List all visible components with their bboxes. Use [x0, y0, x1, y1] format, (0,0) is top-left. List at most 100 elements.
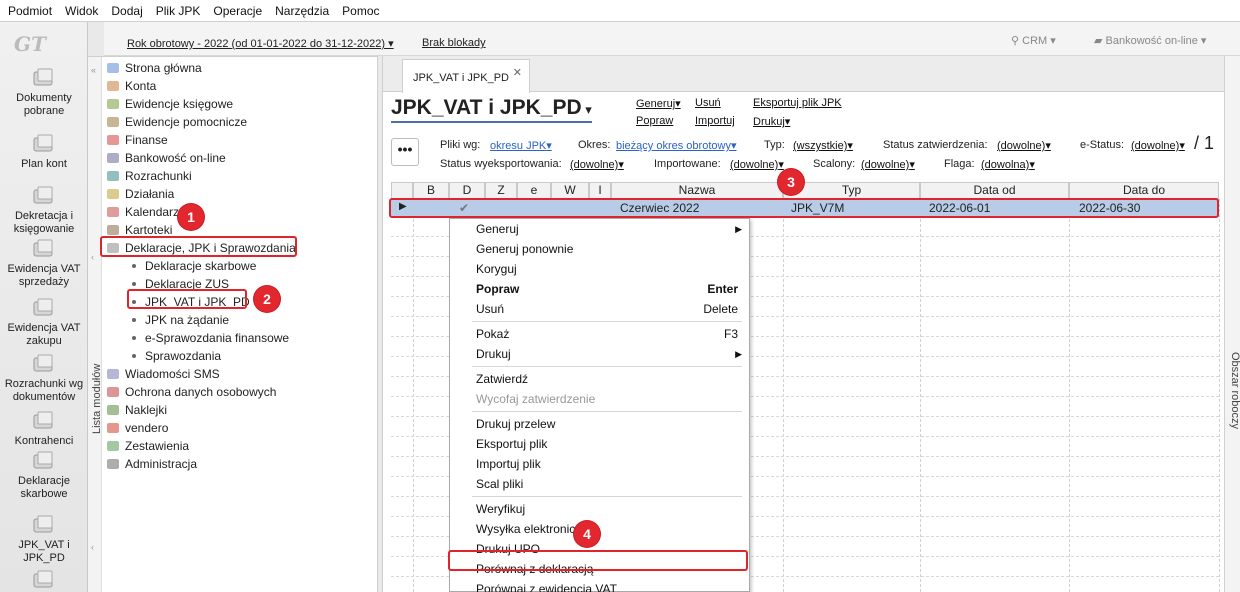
context-menu-item[interactable]: Porównaj z ewidencją VAT: [450, 579, 750, 592]
context-menu-item[interactable]: Drukuj przelew: [450, 414, 750, 434]
context-menu-item[interactable]: Scal pliki: [450, 474, 750, 494]
more-options-button[interactable]: •••: [391, 138, 419, 166]
status-eksportu-dropdown[interactable]: (dowolne)▾: [570, 158, 624, 171]
chevron-left-icon[interactable]: ‹: [91, 252, 94, 262]
context-menu-item[interactable]: Zatwierdź: [450, 369, 750, 389]
context-menu-item[interactable]: Koryguj: [450, 259, 750, 279]
module-item-label: Administracja: [125, 457, 198, 471]
sidebar-item-dokumenty[interactable]: Dokumenty pobrane: [0, 66, 88, 118]
module-subitem[interactable]: Sprawozdania: [132, 347, 221, 365]
column-header[interactable]: B: [413, 182, 449, 199]
scalony-label: Scalony:: [813, 158, 856, 170]
files-icon: [106, 223, 120, 237]
tab-jpk-vat[interactable]: JPK_VAT i JPK_PD ✕: [402, 59, 530, 93]
context-menu-item[interactable]: Pokaż F3: [450, 324, 750, 344]
module-item[interactable]: Finanse: [106, 131, 168, 149]
importuj-button[interactable]: Importuj: [695, 115, 735, 127]
column-header[interactable]: I: [589, 182, 611, 199]
sidebar-item-ewidencja-vat[interactable]: Ewidencja VAT zakupu: [0, 296, 88, 348]
sidebar-item-dekretacja-i[interactable]: Dekretacja i księgowanie: [0, 184, 88, 236]
context-menu-item-label: Wycofaj zatwierdzenie: [476, 392, 596, 406]
pliki-dropdown[interactable]: okresu JPK▾: [490, 139, 552, 152]
menu-widok[interactable]: Widok: [65, 4, 98, 18]
context-menu-item[interactable]: Popraw Enter: [450, 279, 750, 299]
sidebar-item-more[interactable]: [0, 568, 88, 592]
context-menu-item[interactable]: Eksportuj plik: [450, 434, 750, 454]
sidebar-item-deklaracje[interactable]: Deklaracje skarbowe: [0, 449, 88, 501]
module-subitem[interactable]: Deklaracje skarbowe: [132, 257, 256, 275]
column-header[interactable]: Data od: [920, 182, 1069, 199]
column-header[interactable]: W: [551, 182, 589, 199]
column-header[interactable]: Nazwa: [611, 182, 783, 199]
page-title[interactable]: JPK_VAT i JPK_PD ▾: [391, 96, 592, 123]
bank-icon: [106, 151, 120, 165]
drukuj-button[interactable]: Drukuj▾: [753, 115, 790, 128]
module-item[interactable]: Bankowość on-line: [106, 149, 226, 167]
generuj-button[interactable]: Generuj▾: [636, 97, 681, 110]
sidebar-item-plan-kont[interactable]: Plan kont: [0, 132, 88, 171]
close-icon[interactable]: ✕: [513, 66, 522, 79]
module-item[interactable]: Kalendarz: [106, 203, 179, 221]
scalony-dropdown[interactable]: (dowolne)▾: [861, 158, 915, 171]
typ-dropdown[interactable]: (wszystkie)▾: [793, 139, 853, 152]
chevron-left-icon[interactable]: ‹: [91, 542, 94, 552]
context-menu-item[interactable]: Generuj ▶: [450, 219, 750, 239]
fiscal-year-dropdown[interactable]: Rok obrotowy - 2022 (od 01-01-2022 do 31…: [127, 37, 394, 50]
sidebar-item-jpk-vat-i[interactable]: JPK_VAT i JPK_PD: [0, 513, 88, 565]
module-subitem[interactable]: e-Sprawozdania finansowe: [132, 329, 289, 347]
top-bar: Rok obrotowy - 2022 (od 01-01-2022 do 31…: [104, 22, 1240, 56]
sidebar-item-label: JPK_VAT i JPK_PD: [18, 539, 70, 564]
module-item[interactable]: Administracja: [106, 455, 197, 473]
context-menu-item[interactable]: Drukuj ▶: [450, 344, 750, 364]
flaga-dropdown[interactable]: (dowolna)▾: [981, 158, 1035, 171]
context-menu-item[interactable]: Generuj ponownie: [450, 239, 750, 259]
module-subitem-label: e-Sprawozdania finansowe: [145, 331, 290, 345]
column-header[interactable]: Z: [485, 182, 517, 199]
module-item[interactable]: Działania: [106, 185, 174, 203]
menu-narzedzia[interactable]: Narzędzia: [275, 4, 329, 18]
eksportuj-button[interactable]: Eksportuj plik JPK: [753, 97, 842, 109]
e-status-dropdown[interactable]: (dowolne)▾: [1131, 139, 1185, 152]
crm-button[interactable]: ⚲ CRM ▾: [1011, 34, 1056, 47]
shortcut-label: Enter: [707, 282, 738, 296]
module-subitem[interactable]: JPK na żądanie: [132, 311, 229, 329]
context-menu-item[interactable]: Importuj plik: [450, 454, 750, 474]
context-menu-item[interactable]: Usuń Delete: [450, 299, 750, 319]
module-item-label: Kartoteki: [125, 223, 173, 237]
module-list-strip[interactable]: « ‹ Lista modułów ‹: [88, 57, 103, 592]
menu-plik-jpk[interactable]: Plik JPK: [156, 4, 201, 18]
annotation-badge-4: 4: [574, 521, 600, 547]
module-item[interactable]: Wiadomości SMS: [106, 365, 220, 383]
menu-operacje[interactable]: Operacje: [213, 4, 262, 18]
module-item[interactable]: Rozrachunki: [106, 167, 192, 185]
status-zatwierdzenia-dropdown[interactable]: (dowolne)▾: [997, 139, 1051, 152]
module-item[interactable]: Zestawienia: [106, 437, 189, 455]
menu-dodaj[interactable]: Dodaj: [111, 4, 142, 18]
menu-podmiot[interactable]: Podmiot: [8, 4, 52, 18]
sidebar-item-ewidencja-vat[interactable]: Ewidencja VAT sprzedaży: [0, 237, 88, 289]
collapse-icon[interactable]: «: [91, 65, 96, 75]
module-item[interactable]: Konta: [106, 77, 156, 95]
documents-download-icon: [30, 66, 58, 90]
column-header[interactable]: e: [517, 182, 551, 199]
usun-button[interactable]: Usuń: [695, 97, 721, 109]
context-menu-item[interactable]: Wysyłka elektroniczna: [450, 519, 750, 539]
module-item[interactable]: Ochrona danych osobowych: [106, 383, 276, 401]
lock-status-link[interactable]: Brak blokady: [422, 37, 486, 49]
module-item[interactable]: Strona główna: [106, 59, 202, 77]
context-menu-item[interactable]: Weryfikuj: [450, 499, 750, 519]
sidebar-item-rozrachunki-wg[interactable]: Rozrachunki wg dokumentów: [0, 352, 88, 404]
menu-pomoc[interactable]: Pomoc: [342, 4, 379, 18]
module-item[interactable]: Naklejki: [106, 401, 167, 419]
okres-dropdown[interactable]: bieżący okres obrotowy▾: [616, 139, 736, 152]
popraw-button[interactable]: Popraw: [636, 115, 673, 127]
workspace-strip[interactable]: Obszar roboczy: [1224, 56, 1240, 592]
importowane-dropdown[interactable]: (dowolne)▾: [730, 158, 784, 171]
column-header[interactable]: Data do: [1069, 182, 1219, 199]
sidebar-item-kontrahenci[interactable]: Kontrahenci: [0, 409, 88, 448]
bank-online-button[interactable]: ▰ Bankowość on-line ▾: [1094, 34, 1206, 47]
column-header[interactable]: D: [449, 182, 485, 199]
module-item[interactable]: Ewidencje pomocnicze: [106, 113, 247, 131]
module-item[interactable]: vendero: [106, 419, 168, 437]
module-item[interactable]: Ewidencje księgowe: [106, 95, 233, 113]
